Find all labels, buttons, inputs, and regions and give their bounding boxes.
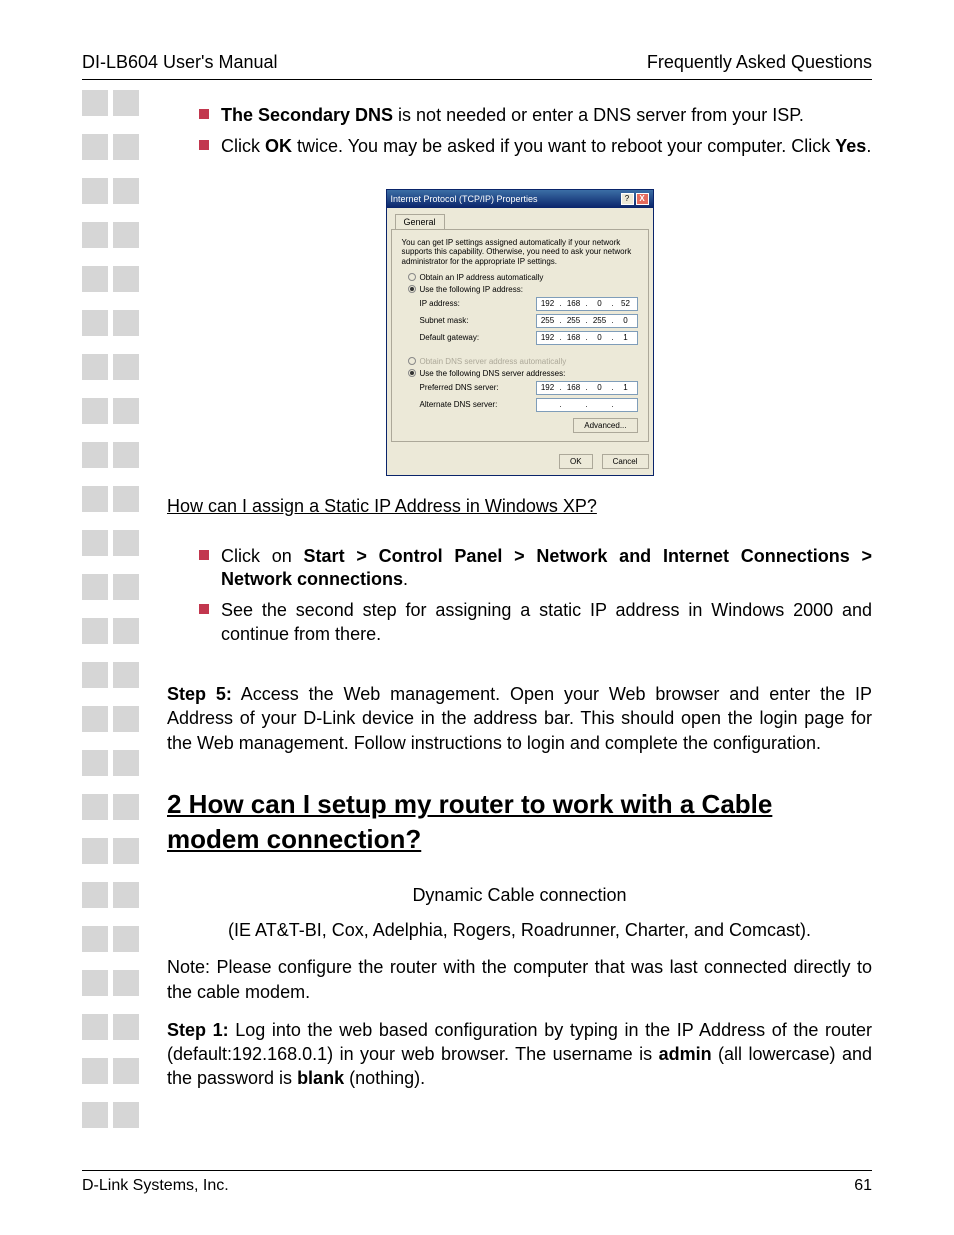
header-right: Frequently Asked Questions [647, 52, 872, 73]
radio-obtain-dns: Obtain DNS server address automatically [408, 357, 638, 366]
close-icon[interactable]: X [636, 193, 649, 205]
list-item: Click on Start > Control Panel > Network… [199, 545, 872, 592]
bullet-icon [199, 604, 209, 614]
list-item: The Secondary DNS is not needed or enter… [199, 104, 872, 127]
header-left: DI-LB604 User's Manual [82, 52, 278, 73]
question-heading-xp: How can I assign a Static IP Address in … [167, 496, 872, 517]
advanced-button[interactable]: Advanced... [573, 418, 637, 433]
step5-paragraph: Step 5: Access the Web management. Open … [167, 682, 872, 755]
bullet-icon [199, 109, 209, 119]
dynamic-cable-line: Dynamic Cable connection [167, 885, 872, 906]
dialog-title: Internet Protocol (TCP/IP) Properties [391, 194, 538, 204]
footer-left: D-Link Systems, Inc. [82, 1177, 229, 1195]
alternate-dns-field: Alternate DNS server: ... [420, 398, 638, 412]
alternate-dns-input[interactable]: ... [536, 398, 638, 412]
isp-examples-line: (IE AT&T-BI, Cox, Adelphia, Rogers, Road… [167, 920, 872, 941]
tcpip-properties-dialog: Internet Protocol (TCP/IP) Properties ? … [386, 189, 654, 476]
radio-obtain-ip[interactable]: Obtain an IP address automatically [408, 273, 638, 282]
tab-general[interactable]: General [395, 214, 445, 229]
footer-page-number: 61 [854, 1177, 872, 1195]
gateway-input[interactable]: 192.168.0.1 [536, 331, 638, 345]
ok-button[interactable]: OK [559, 454, 593, 469]
cancel-button[interactable]: Cancel [602, 454, 649, 469]
subnet-mask-input[interactable]: 255.255.255.0 [536, 314, 638, 328]
radio-use-ip[interactable]: Use the following IP address: [408, 285, 638, 294]
preferred-dns-input[interactable]: 192.168.0.1 [536, 381, 638, 395]
subnet-mask-field: Subnet mask: 255.255.255.0 [420, 314, 638, 328]
dialog-titlebar: Internet Protocol (TCP/IP) Properties ? … [387, 190, 653, 208]
page-header: DI-LB604 User's Manual Frequently Asked … [82, 52, 872, 80]
ip-address-field: IP address: 192.168.0.52 [420, 297, 638, 311]
bullet-list-mid: Click on Start > Control Panel > Network… [199, 545, 872, 647]
help-icon[interactable]: ? [621, 193, 634, 205]
bullet-icon [199, 550, 209, 560]
note-paragraph: Note: Please configure the router with t… [167, 955, 872, 1004]
bullet-icon [199, 140, 209, 150]
radio-use-dns[interactable]: Use the following DNS server addresses: [408, 369, 638, 378]
list-item: Click OK twice. You may be asked if you … [199, 135, 872, 158]
section-heading-cable: 2 How can I setup my router to work with… [167, 787, 872, 857]
ip-address-input[interactable]: 192.168.0.52 [536, 297, 638, 311]
gateway-field: Default gateway: 192.168.0.1 [420, 331, 638, 345]
bullet-list-top: The Secondary DNS is not needed or enter… [199, 104, 872, 159]
preferred-dns-field: Preferred DNS server: 192.168.0.1 [420, 381, 638, 395]
step1-paragraph: Step 1: Log into the web based configura… [167, 1018, 872, 1091]
decorative-sidebar [82, 90, 139, 1146]
dialog-description: You can get IP settings assigned automat… [402, 238, 638, 267]
list-item: See the second step for assigning a stat… [199, 599, 872, 646]
page-footer: D-Link Systems, Inc. 61 [82, 1170, 872, 1195]
